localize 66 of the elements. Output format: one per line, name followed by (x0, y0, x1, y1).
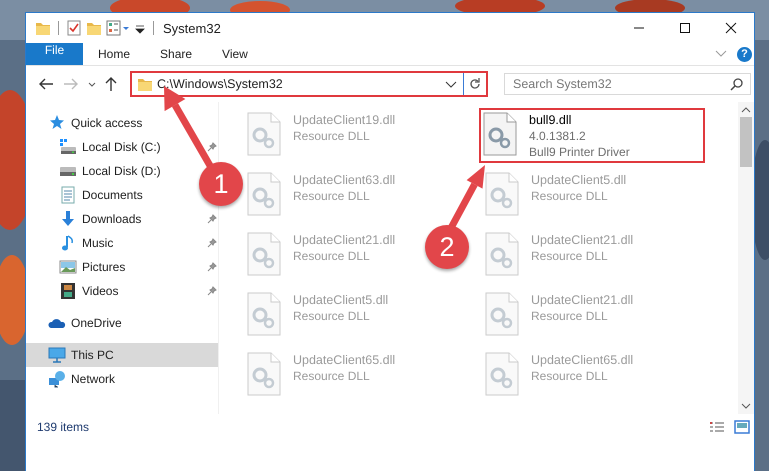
back-arrow-icon[interactable] (38, 78, 54, 90)
sidebar-item[interactable]: Quick access (48, 111, 146, 135)
address-bar[interactable]: C:\Windows\System32 (130, 71, 488, 97)
star-icon (48, 114, 66, 132)
item-count: 139 items (37, 420, 90, 434)
file-menu-button[interactable]: File (26, 43, 83, 65)
file-detail: Resource DLL (293, 189, 371, 203)
file-detail: Resource DLL (293, 129, 371, 143)
file-name[interactable]: bull9.dll (529, 113, 630, 127)
search-field[interactable]: Search System32 (504, 73, 751, 95)
scroll-down-icon[interactable] (741, 403, 751, 409)
properties-icon[interactable] (106, 20, 130, 36)
settings-file-icon[interactable] (483, 112, 517, 156)
refresh-icon (468, 77, 482, 91)
film-icon (59, 282, 77, 300)
close-icon (725, 22, 737, 34)
ribbon-tab[interactable]: View (207, 43, 263, 65)
address-path: C:\Windows\System32 (157, 77, 284, 91)
window-title: System32 (163, 20, 221, 36)
sidebar-item[interactable]: Music (59, 231, 118, 255)
network-icon (48, 370, 66, 388)
file-detail: 4.0.1381.2 (529, 129, 587, 143)
drive-icon (59, 166, 77, 176)
scrollbar-thumb[interactable] (740, 117, 752, 167)
document-icon (59, 186, 77, 204)
picture-icon (59, 258, 77, 276)
forward-arrow-icon[interactable] (63, 78, 79, 90)
pin-icon[interactable] (207, 286, 217, 296)
chevron-down-icon[interactable] (445, 80, 457, 88)
pin-icon[interactable] (207, 214, 217, 224)
file-detail: Resource DLL (531, 189, 609, 203)
sidebar-item[interactable]: This PC (26, 343, 218, 367)
file-detail: Resource DLL (293, 249, 371, 263)
file-detail: Resource DLL (531, 249, 609, 263)
sidebar-item[interactable]: OneDrive (48, 311, 126, 335)
pin-icon[interactable] (207, 262, 217, 272)
file-detail: Resource DLL (531, 309, 609, 323)
download-arrow-icon (59, 210, 77, 228)
chevron-down-icon[interactable] (88, 82, 96, 86)
monitor-icon (48, 346, 66, 364)
up-arrow-icon[interactable] (105, 76, 117, 92)
file-detail: Bull9 Printer Driver (529, 145, 630, 159)
details-view-icon[interactable] (709, 421, 725, 433)
search-icon[interactable] (730, 77, 744, 91)
file-detail: Resource DLL (293, 369, 371, 383)
ribbon-tab[interactable]: Share (145, 43, 208, 65)
file-detail: Resource DLL (293, 309, 371, 323)
folder-icon (137, 76, 153, 92)
file-detail: Resource DLL (531, 369, 609, 383)
sidebar-item[interactable]: Local Disk (C:) (59, 135, 165, 159)
help-button[interactable]: ? (737, 46, 752, 62)
checkmark-document-icon[interactable] (66, 20, 82, 36)
pin-icon[interactable] (207, 238, 217, 248)
maximize-icon (679, 22, 691, 34)
sidebar-item[interactable]: Network (48, 367, 120, 391)
ribbon-tab[interactable]: Home (83, 43, 146, 65)
sidebar-item[interactable]: Documents (59, 183, 147, 207)
sidebar-item[interactable]: Videos (59, 279, 122, 303)
scroll-up-icon[interactable] (741, 107, 751, 113)
pin-icon[interactable] (207, 142, 217, 152)
folder-icon[interactable] (35, 20, 51, 36)
drive-icon (59, 138, 77, 156)
large-icons-view-icon[interactable] (734, 420, 750, 434)
sidebar-item[interactable]: Local Disk (D:) (59, 159, 165, 183)
sidebar-item[interactable]: Downloads (59, 207, 146, 231)
sidebar-item[interactable]: Pictures (59, 255, 130, 279)
